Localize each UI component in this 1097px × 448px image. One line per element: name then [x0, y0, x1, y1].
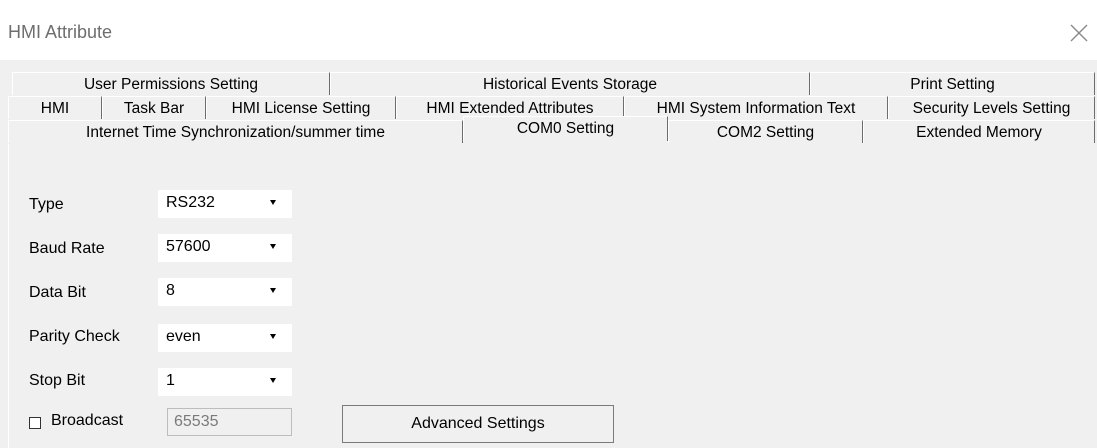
tab-internet-time-synchronization[interactable]: Internet Time Synchronization/summer tim…	[8, 120, 463, 143]
parity-check-select[interactable]: even	[158, 324, 292, 352]
type-select[interactable]: RS232	[158, 190, 292, 218]
close-icon[interactable]	[1068, 22, 1090, 44]
tab-print-setting[interactable]: Print Setting	[810, 72, 1095, 95]
broadcast-address-input[interactable]: 65535	[167, 408, 292, 436]
tab-com2-setting[interactable]: COM2 Setting	[668, 120, 863, 143]
type-value: RS232	[166, 194, 215, 211]
data-bit-value: 8	[166, 282, 175, 299]
data-bit-select[interactable]: 8	[158, 278, 292, 306]
chevron-down-icon	[270, 334, 276, 339]
type-label: Type	[29, 196, 64, 213]
tab-row-1: User Permissions Setting Historical Even…	[0, 72, 1097, 95]
chevron-down-icon	[270, 378, 276, 383]
broadcast-checkbox[interactable]	[29, 417, 41, 429]
baud-rate-select[interactable]: 57600	[158, 234, 292, 262]
title-bar: HMI Attribute	[0, 0, 1097, 60]
chevron-down-icon	[270, 244, 276, 249]
tab-user-permissions-setting[interactable]: User Permissions Setting	[12, 72, 330, 95]
baud-rate-label: Baud Rate	[29, 240, 105, 257]
tab-hmi-license-setting[interactable]: HMI License Setting	[206, 96, 396, 119]
advanced-settings-button[interactable]: Advanced Settings	[342, 405, 614, 443]
window-title: HMI Attribute	[8, 22, 113, 42]
tab-security-levels-setting[interactable]: Security Levels Setting	[888, 96, 1095, 119]
tab-historical-events-storage[interactable]: Historical Events Storage	[330, 72, 810, 95]
chevron-down-icon	[270, 288, 276, 293]
stop-bit-select[interactable]: 1	[158, 368, 292, 396]
tab-task-bar[interactable]: Task Bar	[102, 96, 206, 119]
baud-rate-value: 57600	[166, 238, 211, 255]
stop-bit-value: 1	[166, 372, 175, 389]
data-bit-label: Data Bit	[29, 284, 86, 301]
chevron-down-icon	[270, 200, 276, 205]
tab-com0-setting[interactable]: COM0 Setting	[463, 116, 668, 141]
broadcast-label: Broadcast	[51, 412, 124, 429]
tab-row-3: Internet Time Synchronization/summer tim…	[0, 116, 1097, 143]
parity-check-label: Parity Check	[29, 328, 120, 345]
stop-bit-label: Stop Bit	[29, 372, 86, 389]
tab-extended-memory[interactable]: Extended Memory	[863, 120, 1095, 143]
tab-hmi[interactable]: HMI	[8, 96, 102, 119]
parity-check-value: even	[166, 328, 201, 345]
